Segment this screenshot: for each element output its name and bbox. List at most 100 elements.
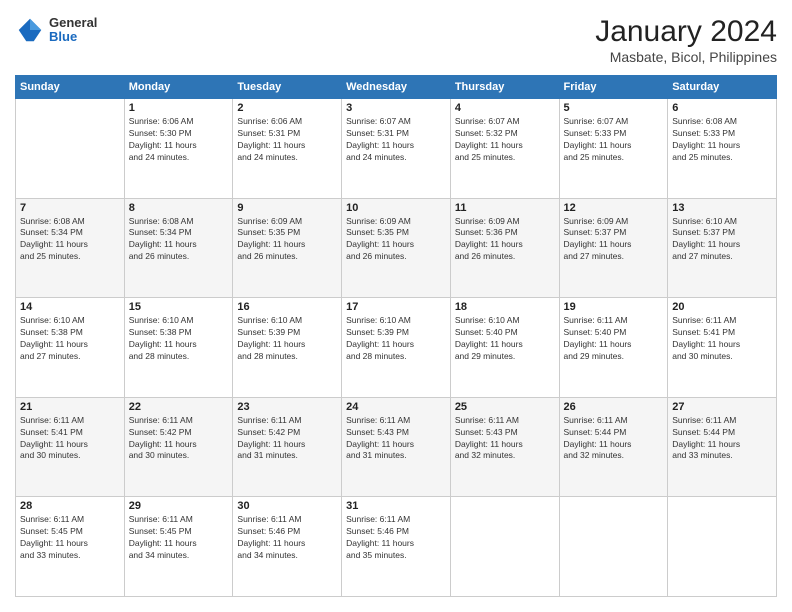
calendar-cell: 16 Sunrise: 6:10 AM Sunset: 5:39 PM Dayli… [233, 298, 342, 398]
day-number: 15 [129, 301, 229, 313]
calendar-cell: 2Sunrise: 6:06 AM Sunset: 5:31 PM Daylig… [233, 99, 342, 199]
day-number: 18 [455, 301, 555, 313]
week-row: 1 Sunrise: 6:06 AM Sunset: 5:30 PM Daylig… [16, 99, 777, 199]
day-number: 29 [129, 500, 229, 512]
day-info: Sunrise: 6:07 AM Sunset: 5:31 PM Dayligh… [346, 116, 446, 164]
week-row: 21Sunrise: 6:11 AM Sunset: 5:41 PM Dayli… [16, 397, 777, 497]
col-header-monday: Monday [124, 76, 233, 99]
day-info: Sunrise: 6:06 AM Sunset: 5:31 PM Dayligh… [237, 116, 337, 164]
calendar-cell: 18 Sunrise: 6:10 AM Sunset: 5:40 PM Dayli… [450, 298, 559, 398]
calendar-cell: 22 Sunrise: 6:11 AM Sunset: 5:42 PM Dayli… [124, 397, 233, 497]
day-info: Sunrise: 6:06 AM Sunset: 5:30 PM Dayligh… [129, 116, 229, 164]
day-info: Sunrise: 6:11 AM Sunset: 5:40 PM Dayligh… [564, 315, 664, 363]
header-row: SundayMondayTuesdayWednesdayThursdayFrid… [16, 76, 777, 99]
day-info: Sunrise: 6:11 AM Sunset: 5:41 PM Dayligh… [672, 315, 772, 363]
col-header-tuesday: Tuesday [233, 76, 342, 99]
calendar-cell: 25 Sunrise: 6:11 AM Sunset: 5:43 PM Dayli… [450, 397, 559, 497]
calendar-cell: 24 Sunrise: 6:11 AM Sunset: 5:43 PM Dayli… [342, 397, 451, 497]
calendar-cell: 6 Sunrise: 6:08 AM Sunset: 5:33 PM Daylig… [668, 99, 777, 199]
logo-blue: Blue [49, 30, 97, 44]
day-number: 7 [20, 202, 120, 214]
day-number: 1 [129, 102, 229, 114]
day-info: Sunrise: 6:11 AM Sunset: 5:43 PM Dayligh… [346, 415, 446, 463]
day-number: 6 [672, 102, 772, 114]
logo-icon [15, 15, 45, 45]
calendar-subtitle: Masbate, Bicol, Philippines [595, 49, 777, 65]
calendar-cell: 29Sunrise: 6:11 AM Sunset: 5:45 PM Dayli… [124, 497, 233, 597]
calendar-cell: 30 Sunrise: 6:11 AM Sunset: 5:46 PM Dayli… [233, 497, 342, 597]
day-number: 13 [672, 202, 772, 214]
day-info: Sunrise: 6:11 AM Sunset: 5:46 PM Dayligh… [237, 514, 337, 562]
day-number: 30 [237, 500, 337, 512]
logo: General Blue [15, 15, 97, 45]
col-header-wednesday: Wednesday [342, 76, 451, 99]
calendar-cell: 28Sunrise: 6:11 AM Sunset: 5:45 PM Dayli… [16, 497, 125, 597]
calendar-cell: 13 Sunrise: 6:10 AM Sunset: 5:37 PM Dayli… [668, 198, 777, 298]
calendar-cell: 23 Sunrise: 6:11 AM Sunset: 5:42 PM Dayli… [233, 397, 342, 497]
day-info: Sunrise: 6:10 AM Sunset: 5:37 PM Dayligh… [672, 216, 772, 264]
calendar-cell: 3Sunrise: 6:07 AM Sunset: 5:31 PM Daylig… [342, 99, 451, 199]
col-header-saturday: Saturday [668, 76, 777, 99]
header: General Blue January 2024 Masbate, Bicol… [15, 15, 777, 65]
day-info: Sunrise: 6:09 AM Sunset: 5:36 PM Dayligh… [455, 216, 555, 264]
calendar-cell: 12Sunrise: 6:09 AM Sunset: 5:37 PM Dayli… [559, 198, 668, 298]
day-info: Sunrise: 6:10 AM Sunset: 5:39 PM Dayligh… [237, 315, 337, 363]
day-number: 17 [346, 301, 446, 313]
day-number: 31 [346, 500, 446, 512]
day-info: Sunrise: 6:10 AM Sunset: 5:38 PM Dayligh… [129, 315, 229, 363]
day-number: 4 [455, 102, 555, 114]
col-header-friday: Friday [559, 76, 668, 99]
day-number: 24 [346, 401, 446, 413]
day-info: Sunrise: 6:08 AM Sunset: 5:33 PM Dayligh… [672, 116, 772, 164]
calendar-cell: 14Sunrise: 6:10 AM Sunset: 5:38 PM Dayli… [16, 298, 125, 398]
day-info: Sunrise: 6:10 AM Sunset: 5:39 PM Dayligh… [346, 315, 446, 363]
calendar-cell: 5 Sunrise: 6:07 AM Sunset: 5:33 PM Daylig… [559, 99, 668, 199]
day-number: 11 [455, 202, 555, 214]
week-row: 28Sunrise: 6:11 AM Sunset: 5:45 PM Dayli… [16, 497, 777, 597]
day-info: Sunrise: 6:07 AM Sunset: 5:32 PM Dayligh… [455, 116, 555, 164]
day-number: 10 [346, 202, 446, 214]
day-info: Sunrise: 6:11 AM Sunset: 5:42 PM Dayligh… [129, 415, 229, 463]
calendar-cell: 10Sunrise: 6:09 AM Sunset: 5:35 PM Dayli… [342, 198, 451, 298]
col-header-thursday: Thursday [450, 76, 559, 99]
calendar-cell: 11 Sunrise: 6:09 AM Sunset: 5:36 PM Dayli… [450, 198, 559, 298]
day-number: 8 [129, 202, 229, 214]
calendar-cell: 26 Sunrise: 6:11 AM Sunset: 5:44 PM Dayli… [559, 397, 668, 497]
day-info: Sunrise: 6:08 AM Sunset: 5:34 PM Dayligh… [129, 216, 229, 264]
day-number: 26 [564, 401, 664, 413]
day-number: 20 [672, 301, 772, 313]
day-number: 23 [237, 401, 337, 413]
calendar-cell [668, 497, 777, 597]
day-number: 12 [564, 202, 664, 214]
day-info: Sunrise: 6:10 AM Sunset: 5:38 PM Dayligh… [20, 315, 120, 363]
day-number: 16 [237, 301, 337, 313]
day-info: Sunrise: 6:11 AM Sunset: 5:44 PM Dayligh… [564, 415, 664, 463]
calendar-cell: 21Sunrise: 6:11 AM Sunset: 5:41 PM Dayli… [16, 397, 125, 497]
week-row: 14Sunrise: 6:10 AM Sunset: 5:38 PM Dayli… [16, 298, 777, 398]
calendar-title: January 2024 [595, 15, 777, 49]
logo-text: General Blue [49, 16, 97, 45]
day-number: 5 [564, 102, 664, 114]
calendar-cell: 15 Sunrise: 6:10 AM Sunset: 5:38 PM Dayli… [124, 298, 233, 398]
week-row: 7 Sunrise: 6:08 AM Sunset: 5:34 PM Daylig… [16, 198, 777, 298]
day-number: 9 [237, 202, 337, 214]
title-block: January 2024 Masbate, Bicol, Philippines [595, 15, 777, 65]
day-info: Sunrise: 6:10 AM Sunset: 5:40 PM Dayligh… [455, 315, 555, 363]
col-header-sunday: Sunday [16, 76, 125, 99]
calendar-cell: 7Sunrise: 6:08 AM Sunset: 5:34 PM Daylig… [16, 198, 125, 298]
logo-general: General [49, 16, 97, 30]
day-number: 22 [129, 401, 229, 413]
calendar-cell: 31Sunrise: 6:11 AM Sunset: 5:46 PM Dayli… [342, 497, 451, 597]
day-number: 27 [672, 401, 772, 413]
day-number: 28 [20, 500, 120, 512]
day-number: 25 [455, 401, 555, 413]
calendar-cell [559, 497, 668, 597]
calendar-cell: 20 Sunrise: 6:11 AM Sunset: 5:41 PM Dayli… [668, 298, 777, 398]
calendar-cell: 4 Sunrise: 6:07 AM Sunset: 5:32 PM Daylig… [450, 99, 559, 199]
day-info: Sunrise: 6:11 AM Sunset: 5:43 PM Dayligh… [455, 415, 555, 463]
calendar-cell: 1 Sunrise: 6:06 AM Sunset: 5:30 PM Daylig… [124, 99, 233, 199]
calendar-cell: 17 Sunrise: 6:10 AM Sunset: 5:39 PM Dayli… [342, 298, 451, 398]
day-info: Sunrise: 6:11 AM Sunset: 5:42 PM Dayligh… [237, 415, 337, 463]
day-info: Sunrise: 6:11 AM Sunset: 5:41 PM Dayligh… [20, 415, 120, 463]
day-info: Sunrise: 6:07 AM Sunset: 5:33 PM Dayligh… [564, 116, 664, 164]
